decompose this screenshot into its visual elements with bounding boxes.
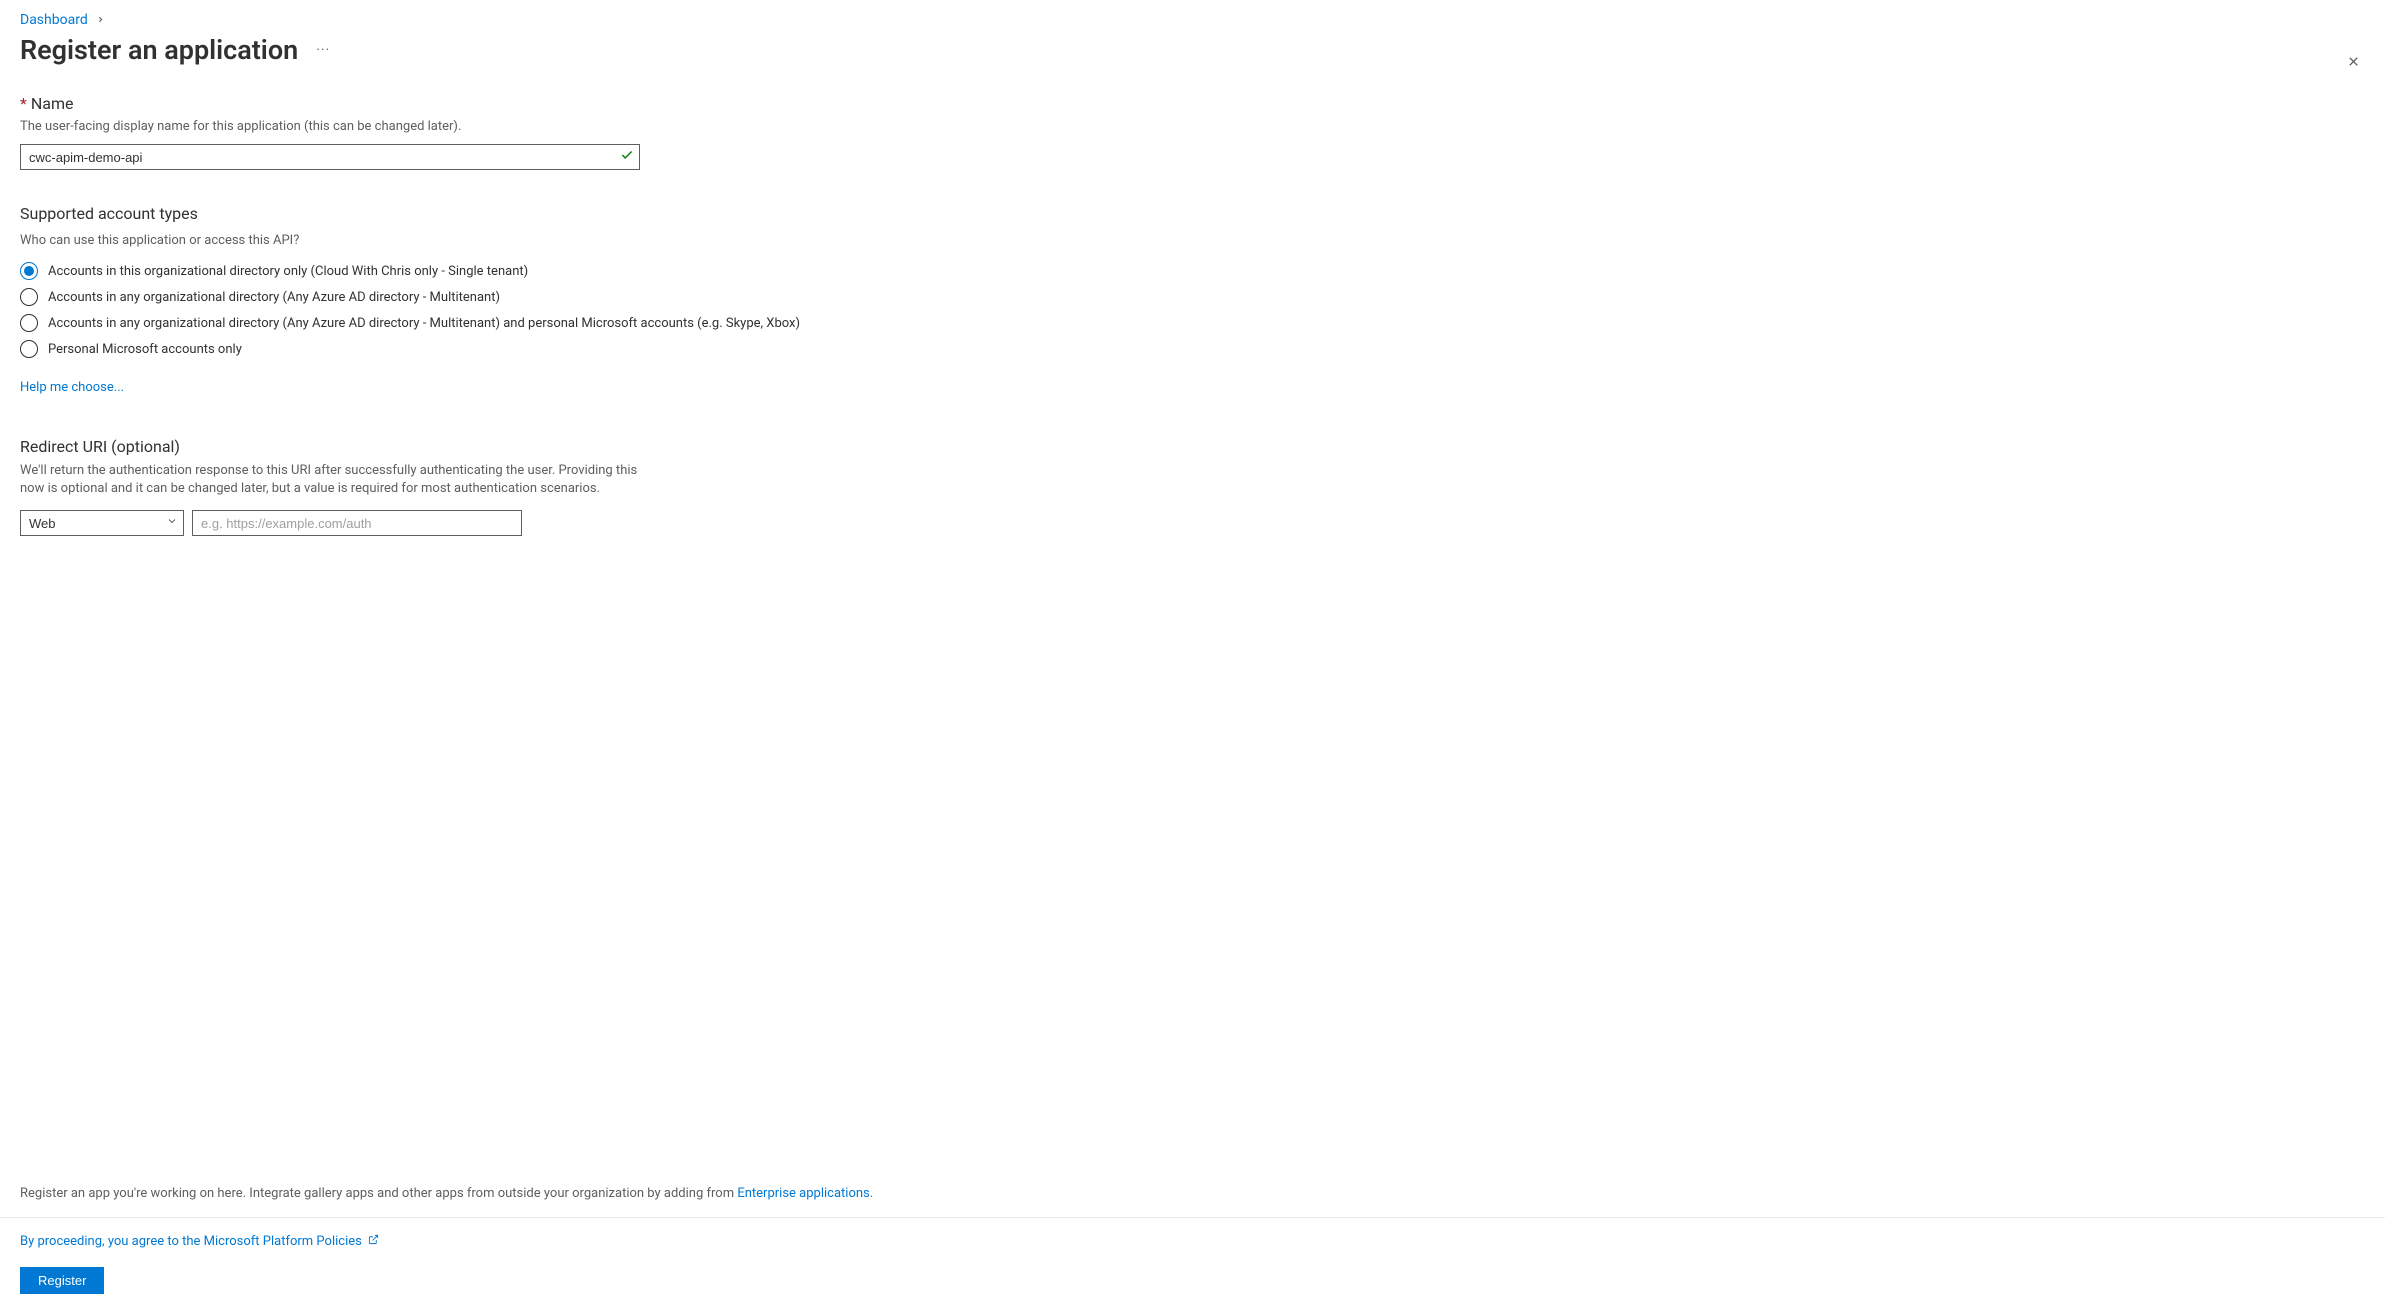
radio-icon [20, 340, 38, 358]
radio-icon [20, 314, 38, 332]
account-types-question: Who can use this application or access t… [20, 233, 1020, 248]
external-link-icon [368, 1235, 379, 1248]
radio-label: Accounts in any organizational directory… [48, 290, 500, 305]
radio-label: Personal Microsoft accounts only [48, 342, 242, 357]
close-button[interactable] [2346, 54, 2361, 73]
footer-note: Register an app you're working on here. … [20, 1170, 2365, 1217]
radio-icon [20, 288, 38, 306]
redirect-platform-select[interactable]: Web [20, 510, 184, 536]
register-button[interactable]: Register [20, 1267, 104, 1294]
account-types-radio-group: Accounts in this organizational director… [20, 258, 1020, 362]
required-indicator: * [20, 94, 27, 113]
page-title: Register an application [20, 34, 298, 66]
breadcrumb-dashboard-link[interactable]: Dashboard [20, 12, 88, 28]
enterprise-applications-link[interactable]: Enterprise applications [737, 1186, 869, 1201]
name-helper-text: The user-facing display name for this ap… [20, 119, 1020, 134]
platform-policies-link[interactable]: By proceeding, you agree to the Microsof… [20, 1234, 379, 1249]
name-field-label: *Name [20, 94, 1020, 113]
validation-check-icon [620, 148, 634, 166]
account-type-option-multitenant[interactable]: Accounts in any organizational directory… [20, 284, 1020, 310]
chevron-right-icon [96, 13, 105, 27]
more-options-button[interactable]: ··· [312, 38, 334, 62]
radio-label: Accounts in this organizational director… [48, 264, 528, 279]
account-type-option-multitenant-personal[interactable]: Accounts in any organizational directory… [20, 310, 1020, 336]
account-type-option-personal-only[interactable]: Personal Microsoft accounts only [20, 336, 1020, 362]
help-me-choose-link[interactable]: Help me choose... [20, 380, 124, 395]
app-name-input[interactable] [20, 144, 640, 170]
account-type-option-single-tenant[interactable]: Accounts in this organizational director… [20, 258, 1020, 284]
breadcrumb: Dashboard [20, 12, 2365, 28]
account-types-heading: Supported account types [20, 204, 1020, 223]
radio-label: Accounts in any organizational directory… [48, 316, 800, 331]
redirect-uri-description: We'll return the authentication response… [20, 462, 640, 498]
radio-icon [20, 262, 38, 280]
redirect-uri-input[interactable] [192, 510, 522, 536]
redirect-uri-heading: Redirect URI (optional) [20, 437, 1020, 456]
